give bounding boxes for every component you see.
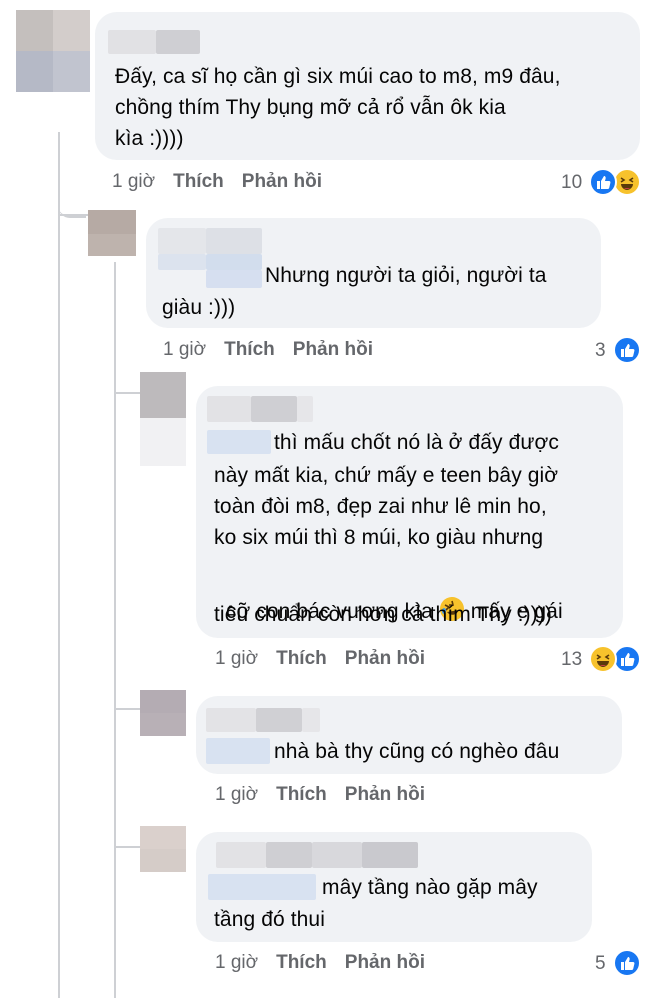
author-name[interactable]: [158, 228, 206, 254]
comment-text: Đấy, ca sĩ họ cần gì six múi cao to m8, …: [115, 65, 561, 150]
haha-icon[interactable]: [589, 645, 617, 673]
like-icon[interactable]: [589, 168, 617, 196]
comment-time[interactable]: 1 giờ: [215, 784, 258, 805]
comment-text: Nhưng người ta giỏi, người ta: [265, 264, 547, 287]
like-icon[interactable]: [613, 336, 641, 364]
avatar[interactable]: [16, 10, 90, 92]
like-button[interactable]: Thích: [173, 171, 224, 192]
reply-button[interactable]: Phản hồi: [242, 171, 322, 192]
author-name[interactable]: [266, 842, 312, 868]
comment-time[interactable]: 1 giờ: [215, 648, 258, 669]
thread-line: [116, 708, 140, 710]
comment-actions: 1 giờ Thích Phản hồi: [215, 784, 425, 806]
like-button[interactable]: Thích: [276, 784, 327, 805]
haha-icon[interactable]: [613, 168, 641, 196]
thread-line: [116, 392, 140, 394]
author-name[interactable]: [206, 270, 262, 288]
author-name[interactable]: [206, 254, 262, 270]
author-name[interactable]: [206, 708, 256, 732]
reaction-count[interactable]: 10: [561, 172, 582, 194]
reply-button[interactable]: Phản hồi: [345, 952, 425, 973]
author-name[interactable]: [216, 842, 266, 868]
like-button[interactable]: Thích: [276, 648, 327, 669]
comment-text: mây tầng nào gặp mây: [322, 876, 538, 899]
comment-time[interactable]: 1 giờ: [163, 339, 206, 360]
like-button[interactable]: Thích: [224, 339, 275, 360]
comment-actions: 1 giờ Thích Phản hồi: [112, 171, 322, 193]
reply-button[interactable]: Phản hồi: [345, 648, 425, 669]
author-name[interactable]: [206, 228, 262, 254]
avatar[interactable]: [140, 690, 186, 736]
reaction-count[interactable]: 3: [595, 340, 606, 362]
comment-text: này mất kia, chứ mấy e teen bây giờ toàn…: [214, 464, 559, 549]
comment-actions: 1 giờ Thích Phản hồi: [215, 952, 425, 974]
author-name[interactable]: [312, 842, 362, 868]
thread-line: [116, 846, 140, 848]
comment-time[interactable]: 1 giờ: [215, 952, 258, 973]
comment-text: giàu :))): [162, 296, 236, 319]
author-name[interactable]: [108, 30, 156, 54]
author-name[interactable]: [251, 396, 297, 422]
thread-line: [114, 262, 116, 998]
author-name[interactable]: [158, 254, 206, 270]
avatar[interactable]: [140, 826, 186, 872]
like-icon[interactable]: [613, 645, 641, 673]
avatar[interactable]: [140, 372, 186, 466]
author-name[interactable]: [302, 708, 320, 732]
like-icon[interactable]: [613, 949, 641, 977]
like-button[interactable]: Thích: [276, 952, 327, 973]
avatar[interactable]: [88, 210, 136, 256]
author-name[interactable]: [297, 396, 313, 422]
author-name[interactable]: [207, 396, 251, 422]
comment-time[interactable]: 1 giờ: [112, 171, 155, 192]
thread-line: [58, 132, 60, 998]
reaction-count[interactable]: 5: [595, 953, 606, 975]
comment-text: nhà bà thy cũng có nghèo đâu: [274, 740, 560, 763]
author-name[interactable]: [256, 708, 302, 732]
comment-text: thì mấu chốt nó là ở đấy được: [274, 431, 559, 454]
author-name[interactable]: [208, 874, 316, 900]
reply-button[interactable]: Phản hồi: [293, 339, 373, 360]
reaction-count[interactable]: 13: [561, 649, 582, 671]
reply-button[interactable]: Phản hồi: [345, 784, 425, 805]
author-name[interactable]: [207, 430, 271, 454]
author-name[interactable]: [206, 738, 270, 764]
comment-text: tầng đó thui: [214, 908, 325, 931]
comment-actions: 1 giờ Thích Phản hồi: [215, 648, 425, 670]
comment-text: tiêu chuẩn còn hơn cả thím Thy :)))): [214, 603, 552, 626]
comment-actions: 1 giờ Thích Phản hồi: [163, 339, 373, 361]
author-name[interactable]: [156, 30, 200, 54]
author-name[interactable]: [362, 842, 418, 868]
thread-line: [58, 214, 88, 216]
